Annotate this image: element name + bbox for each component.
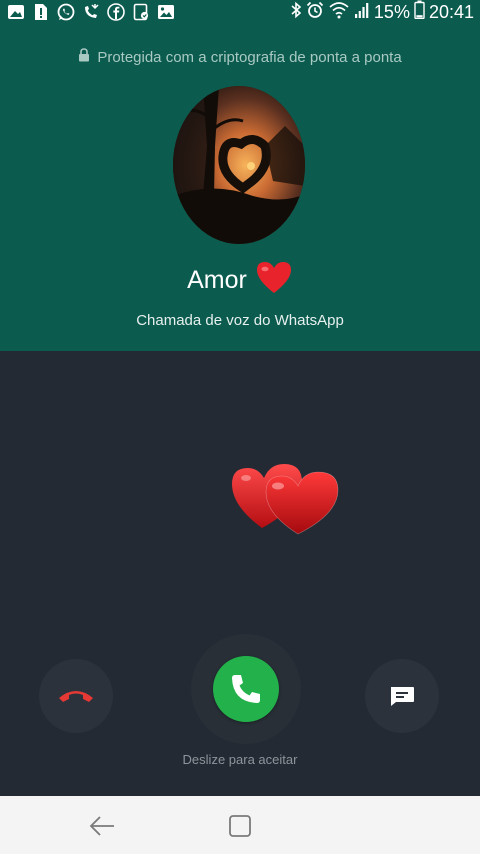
signal-icon: [354, 1, 370, 24]
notification-icons: [6, 2, 175, 22]
reply-message-button[interactable]: [365, 659, 439, 733]
system-status: 15% 20:41: [290, 0, 474, 24]
battery-icon: [414, 0, 425, 24]
gallery-icon: [156, 3, 175, 22]
end-call-icon: [59, 691, 93, 702]
accept-button[interactable]: [213, 656, 279, 722]
call-type-label: Chamada de voz do WhatsApp: [136, 312, 344, 329]
phone-icon: [232, 675, 260, 703]
image-icon: [6, 3, 25, 22]
wifi-icon: [328, 1, 350, 24]
caller-name-row: Amor: [0, 260, 480, 301]
back-arrow-icon[interactable]: [88, 813, 116, 839]
contact-card-icon: [131, 3, 150, 22]
whatsapp-icon: [56, 3, 75, 22]
caller-name: Amor: [187, 266, 247, 294]
status-bar: 15% 20:41: [0, 0, 480, 24]
sim-alert-icon: [31, 3, 50, 22]
avatar-photo: [173, 86, 305, 244]
battery-percent: 15%: [373, 2, 410, 22]
recents-square-icon[interactable]: [227, 813, 253, 839]
slide-to-accept-hint: Deslize para aceitar: [182, 752, 298, 767]
encryption-text: Protegida com a criptografia de ponta a …: [97, 48, 402, 66]
lock-icon: [78, 48, 90, 66]
encryption-notice: Protegida com a criptografia de ponta a …: [0, 48, 480, 66]
facebook-icon: [106, 3, 125, 22]
message-icon: [391, 687, 414, 706]
alarm-icon: [306, 1, 324, 24]
navigation-bar: [0, 796, 480, 854]
call-header: Protegida com a criptografia de ponta a …: [0, 24, 480, 351]
clock: 20:41: [428, 2, 474, 22]
avatar: [173, 86, 305, 244]
heart-emoji-icon: [255, 260, 293, 301]
hearts-sticker: [228, 456, 342, 538]
decline-button[interactable]: [39, 659, 113, 733]
missed-call-icon: [81, 3, 100, 22]
bluetooth-icon: [290, 1, 302, 24]
